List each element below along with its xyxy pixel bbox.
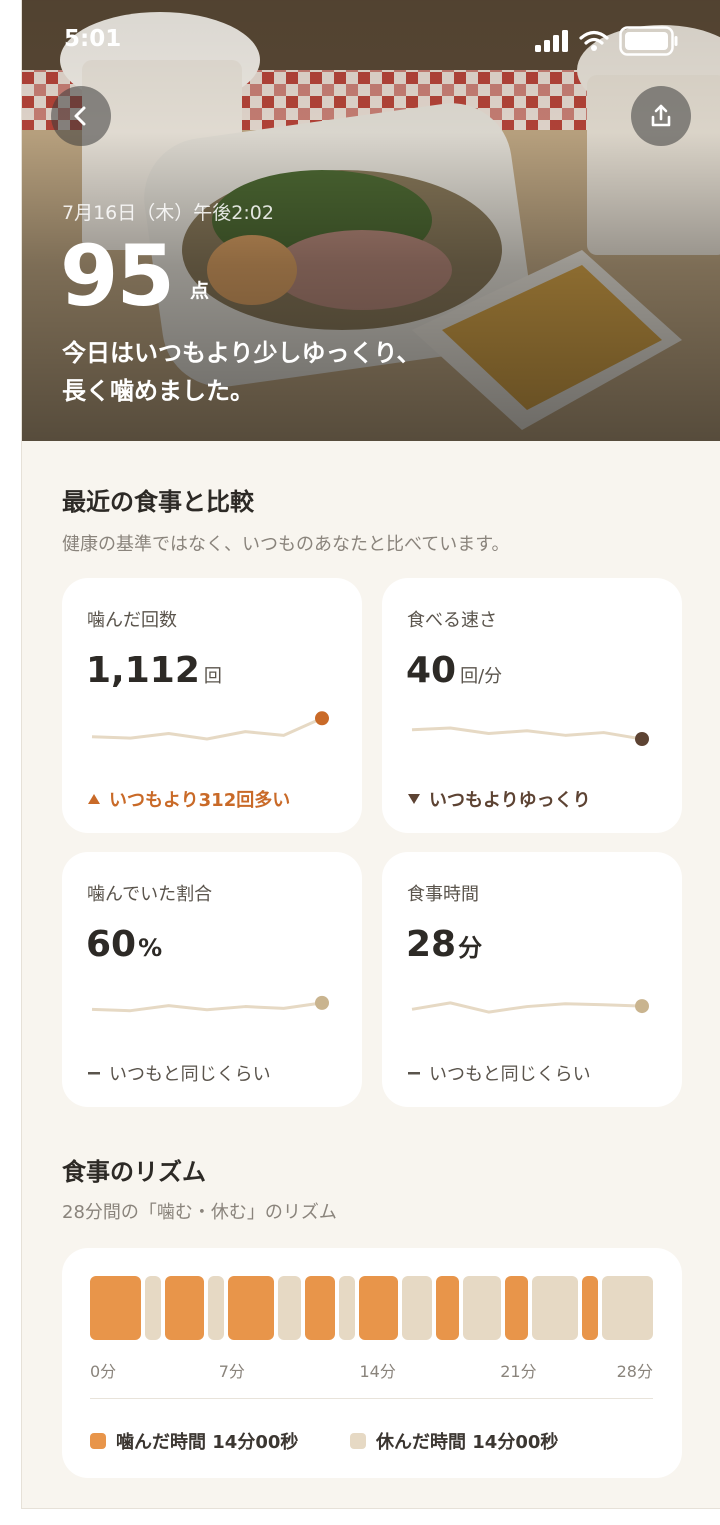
dash-icon	[88, 1072, 100, 1075]
sparkline-path	[411, 1001, 643, 1014]
rhythm-segment-rest	[339, 1276, 356, 1340]
trend-text: いつもより312回多い	[109, 790, 291, 811]
trend-indicator: いつもと同じくらい	[407, 1060, 591, 1086]
signal-icon	[535, 30, 568, 52]
triangle-up-icon	[88, 794, 100, 804]
value-number: 1,112	[86, 650, 200, 691]
share-icon	[651, 104, 671, 127]
meal-photo-header: 5:01 7月16日（木）午後2:02 95 点 今日はいつもより少しゆっくり、…	[22, 0, 720, 441]
rhythm-segment-rest	[208, 1276, 225, 1340]
divider	[90, 1398, 653, 1399]
battery-icon	[619, 26, 678, 56]
sparkline-latest-point	[635, 999, 649, 1014]
rhythm-segment-chew	[359, 1276, 399, 1340]
card-chew-count[interactable]: 噛んだ回数 1,112 回 いつもより312回多い	[62, 578, 362, 833]
comparison-title: 最近の食事と比較	[62, 488, 254, 516]
wifi-icon	[579, 30, 609, 51]
card-chewing-ratio[interactable]: 噛んでいた割合 60% いつもと同じくらい	[62, 852, 362, 1107]
card-value: 28分	[406, 924, 482, 965]
axis-tick-label: 21分	[500, 1362, 537, 1381]
share-button[interactable]	[631, 86, 691, 146]
sparkline	[91, 711, 329, 741]
value-number: 40	[406, 650, 457, 691]
card-value: 1,112 回	[86, 650, 222, 691]
value-unit: 回/分	[460, 666, 503, 687]
rhythm-subtitle: 28分間の「噛む・休む」のリズム	[62, 1202, 337, 1223]
rhythm-segment-chew	[504, 1276, 528, 1340]
sparkline	[411, 726, 649, 746]
card-label: 噛んだ回数	[87, 610, 177, 631]
trend-text: いつもと同じくらい	[109, 1064, 271, 1085]
comparison-subtitle: 健康の基準ではなく、いつものあなたと比べています。	[62, 534, 510, 555]
rhythm-segment-rest	[531, 1276, 578, 1340]
score-message-line2: 長く噛めました。	[62, 377, 254, 405]
axis-tick-label: 7分	[218, 1362, 245, 1381]
legend-chew: 噛んだ時間 14分00秒	[90, 1428, 298, 1454]
rhythm-segment-rest	[463, 1276, 501, 1340]
trend-text: いつもよりゆっくり	[429, 790, 591, 811]
card-value: 60%	[86, 924, 162, 965]
value-unit: 回	[203, 666, 222, 687]
card-value: 40 回/分	[406, 650, 502, 691]
dash-icon	[408, 1072, 420, 1075]
sparkline-latest-point	[315, 995, 329, 1010]
axis-tick-label: 14分	[359, 1362, 396, 1381]
rhythm-segment-rest	[278, 1276, 302, 1340]
axis-tick-label: 0分	[90, 1362, 117, 1381]
legend-rest-label: 休んだ時間 14分00秒	[376, 1432, 559, 1453]
meal-score: 95	[60, 227, 175, 325]
rhythm-segment-chew	[90, 1276, 142, 1340]
card-meal-duration[interactable]: 食事時間 28分 いつもと同じくらい	[382, 852, 682, 1107]
card-label: 食べる速さ	[407, 610, 497, 631]
score-message: 今日はいつもより少しゆっくり、 長く噛めました。	[62, 334, 421, 410]
rhythm-segment-chew	[165, 1276, 205, 1340]
back-button[interactable]	[51, 86, 111, 146]
sparkline-path	[91, 716, 323, 741]
legend-swatch-rest	[350, 1433, 366, 1449]
legend-chew-label: 噛んだ時間 14分00秒	[116, 1432, 299, 1453]
meal-result-screen: 5:01 7月16日（木）午後2:02 95 点 今日はいつもより少しゆっくり、…	[21, 0, 720, 1509]
rhythm-segment-rest	[145, 1276, 162, 1340]
trend-text: いつもと同じくらい	[429, 1064, 591, 1085]
trend-indicator: いつもと同じくらい	[87, 1060, 271, 1086]
status-icons	[535, 26, 679, 56]
rhythm-segment-chew	[581, 1276, 598, 1340]
card-label: 噛んでいた割合	[87, 884, 213, 905]
legend-swatch-chew	[90, 1433, 106, 1449]
sparkline	[91, 995, 329, 1013]
rhythm-segment-chew	[228, 1276, 275, 1340]
sparkline-path	[91, 1001, 323, 1013]
status-time: 5:01	[64, 26, 122, 52]
score-message-line1: 今日はいつもより少しゆっくり、	[62, 339, 421, 367]
rhythm-card: 0分 7分 14分 21分 28分 噛んだ時間 14分00秒 休んだ時間 14分00秒	[62, 1248, 682, 1478]
rhythm-title: 食事のリズム	[62, 1158, 206, 1186]
sparkline-path	[411, 726, 643, 741]
value-unit: %	[138, 934, 163, 962]
axis-tick-label: 28分	[616, 1362, 653, 1381]
chevron-left-icon	[74, 106, 86, 126]
triangle-down-icon	[408, 794, 420, 804]
sparkline-latest-point	[315, 711, 329, 726]
rhythm-segment-chew	[305, 1276, 336, 1340]
rhythm-segment-rest	[402, 1276, 433, 1340]
score-unit: 点	[190, 280, 210, 302]
card-eating-speed[interactable]: 食べる速さ 40 回/分 いつもよりゆっくり	[382, 578, 682, 833]
value-number: 60	[86, 924, 137, 965]
trend-indicator: いつもより312回多い	[87, 786, 290, 812]
sparkline	[411, 999, 649, 1014]
card-label: 食事時間	[407, 884, 479, 905]
trend-indicator: いつもよりゆっくり	[407, 786, 591, 812]
sparkline-latest-point	[635, 732, 649, 746]
legend-rest: 休んだ時間 14分00秒	[350, 1428, 558, 1454]
rhythm-segment-rest	[601, 1276, 653, 1340]
value-number: 28	[406, 924, 457, 965]
rhythm-timeline	[90, 1276, 653, 1340]
rhythm-segment-chew	[436, 1276, 460, 1340]
value-unit: 分	[458, 934, 483, 962]
meal-datetime: 7月16日（木）午後2:02	[62, 202, 274, 224]
